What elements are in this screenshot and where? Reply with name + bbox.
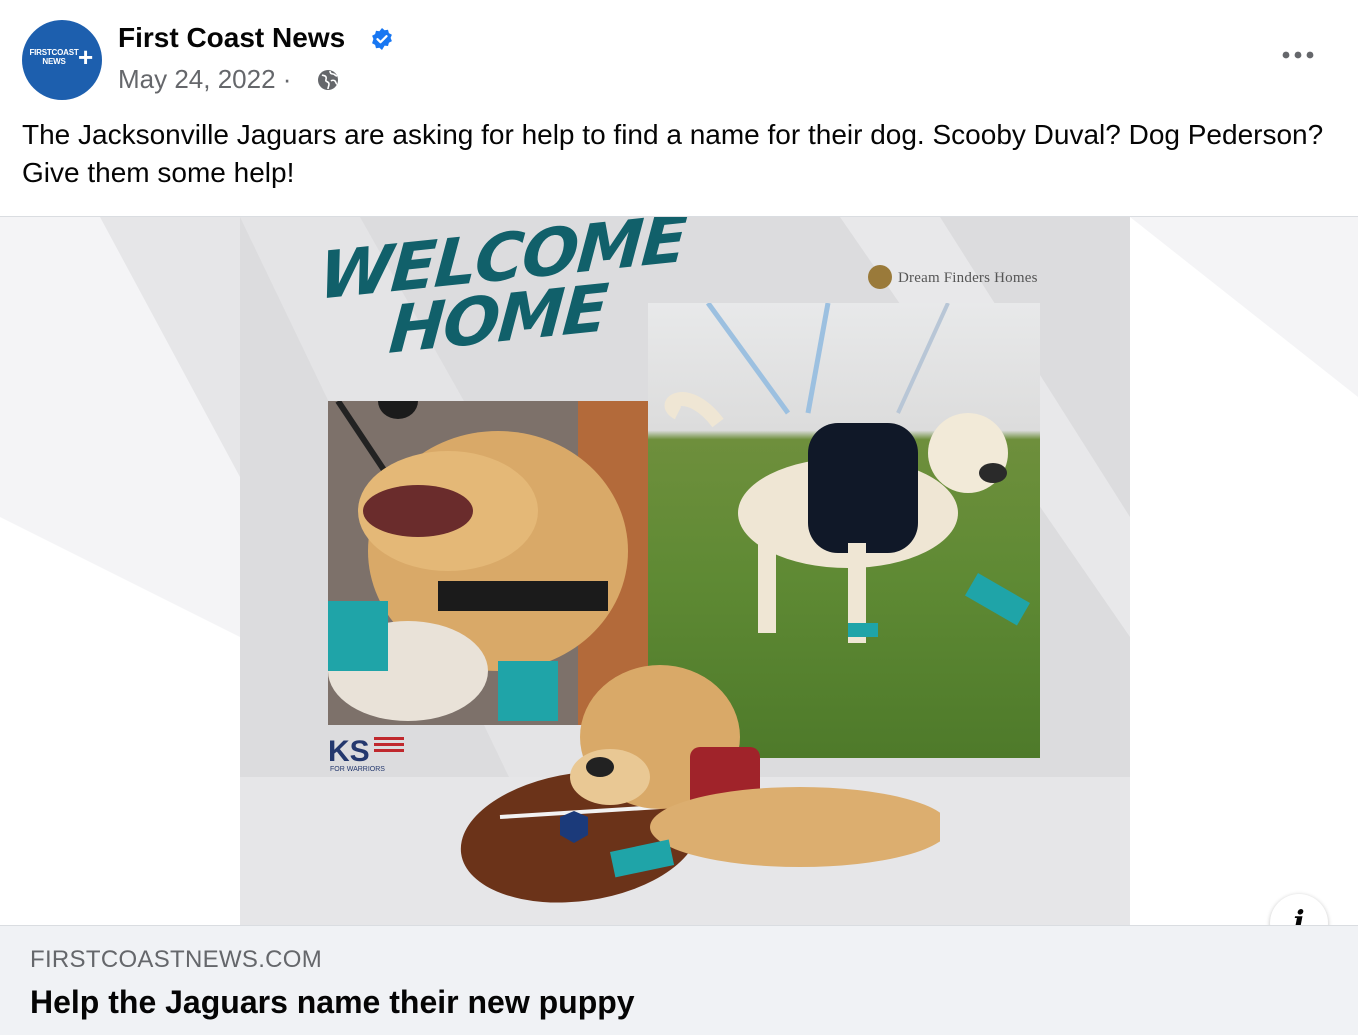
post-timestamp[interactable]: May 24, 2022 · xyxy=(118,64,291,95)
svg-text:FOR WARRIORS: FOR WARRIORS xyxy=(330,766,385,773)
post-image[interactable]: WELCOME HOME Dream Finders Homes KS FOR … xyxy=(0,217,1358,925)
link-title[interactable]: Help the Jaguars name their new puppy xyxy=(30,984,635,1021)
link-preview[interactable]: FIRSTCOASTNEWS.COM Help the Jaguars name… xyxy=(0,925,1358,1035)
sponsor-name: Dream Finders Homes xyxy=(898,270,1038,286)
avatar-logo-text: FIRSTCOAST NEWS xyxy=(29,48,79,66)
more-options-icon[interactable] xyxy=(1276,40,1320,70)
post-message: The Jacksonville Jaguars are asking for … xyxy=(22,119,1324,188)
svg-text:KS: KS xyxy=(328,735,370,768)
link-domain: FIRSTCOASTNEWS.COM xyxy=(30,946,323,973)
puppy-with-football-illustration xyxy=(460,665,940,903)
post-card: FIRSTCOAST NEWS + First Coast News May 2… xyxy=(0,0,1358,1035)
plus-icon: + xyxy=(78,42,94,72)
page-name-link[interactable]: First Coast News xyxy=(118,22,345,54)
page-avatar[interactable]: FIRSTCOAST NEWS + xyxy=(22,20,102,100)
verified-badge-icon xyxy=(372,28,392,50)
announcement-poster: WELCOME HOME Dream Finders Homes KS FOR … xyxy=(240,217,1130,925)
ks-for-warriors-logo: KS FOR WARRIORS xyxy=(328,735,404,773)
globe-icon xyxy=(318,70,338,90)
sponsor-logo-icon xyxy=(868,265,892,289)
